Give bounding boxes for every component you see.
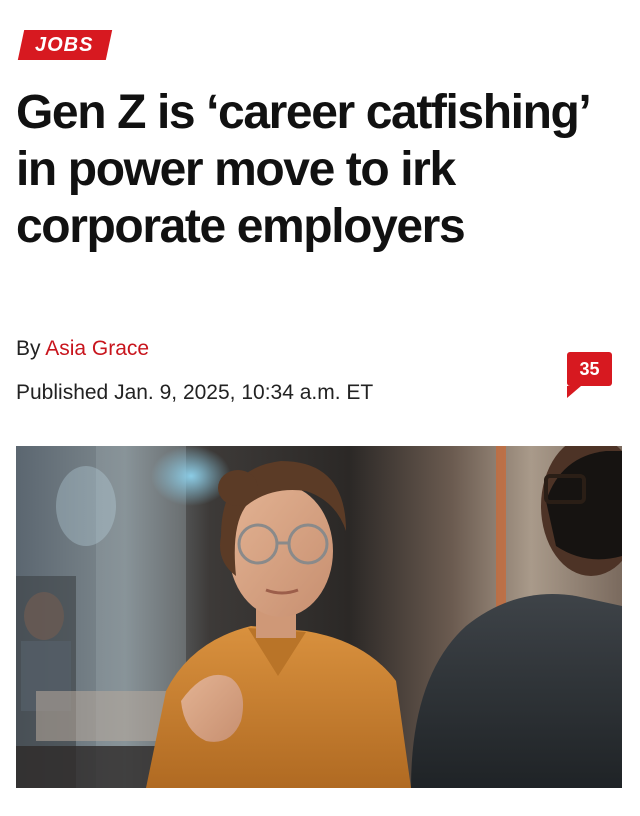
- section-tag-label: JOBS: [35, 34, 94, 56]
- author-link[interactable]: Asia Grace: [45, 337, 149, 360]
- section-tag-jobs[interactable]: JOBS: [17, 30, 113, 60]
- comment-count-badge[interactable]: 35: [567, 352, 612, 398]
- byline: By Asia Grace: [16, 336, 149, 362]
- article-headline: Gen Z is ‘career catfishing’ in power mo…: [16, 86, 589, 253]
- byline-prefix: By: [16, 337, 41, 360]
- comment-count: 35: [579, 359, 600, 379]
- hero-photo: [16, 446, 622, 788]
- published-timestamp: Published Jan. 9, 2025, 10:34 a.m. ET: [16, 381, 374, 404]
- hero-image: [16, 446, 622, 788]
